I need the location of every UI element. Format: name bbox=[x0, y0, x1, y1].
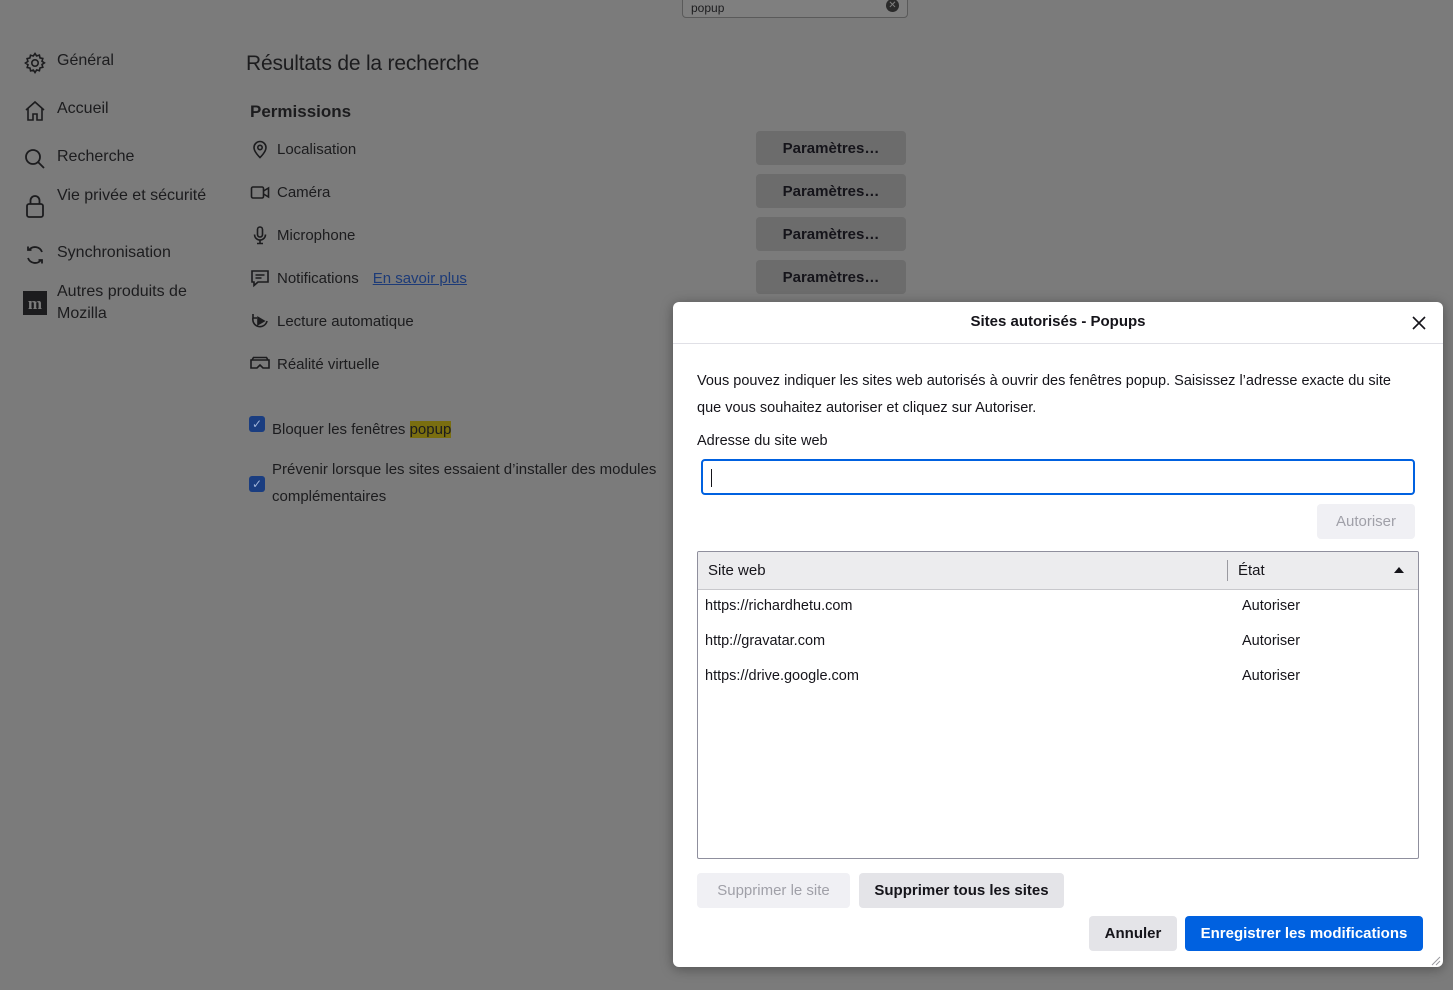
column-separator[interactable] bbox=[1227, 560, 1228, 581]
allowed-sites-dialog: Sites autorisés - Popups Vous pouvez ind… bbox=[673, 302, 1443, 967]
vr-icon bbox=[249, 353, 271, 375]
dialog-title: Sites autorisés - Popups bbox=[970, 313, 1146, 330]
column-header-site[interactable]: Site web bbox=[708, 562, 766, 579]
permission-row-notifications: Notifications En savoir plus bbox=[249, 267, 467, 289]
cancel-button[interactable]: Annuler bbox=[1089, 916, 1177, 951]
warn-addons-label: Prévenir lorsque les sites essaient d’in… bbox=[272, 461, 657, 505]
table-row[interactable]: https://drive.google.com Autoriser bbox=[698, 660, 1418, 695]
block-popups-checkbox[interactable]: ✓ bbox=[249, 416, 265, 432]
permission-label: Réalité virtuelle bbox=[277, 355, 380, 373]
autoplay-icon bbox=[249, 310, 271, 332]
column-header-state[interactable]: État bbox=[1238, 562, 1265, 579]
camera-icon bbox=[249, 181, 271, 203]
notification-icon bbox=[249, 267, 271, 289]
remove-all-sites-button[interactable]: Supprimer tous les sites bbox=[859, 873, 1064, 908]
permission-label: Localisation bbox=[277, 140, 357, 158]
permission-label: Notifications bbox=[277, 269, 359, 287]
site-cell: https://richardhetu.com bbox=[705, 598, 853, 614]
remove-site-button[interactable]: Supprimer le site bbox=[697, 873, 850, 908]
microphone-icon bbox=[249, 224, 271, 246]
sidebar-item-label: Autres produits de Mozilla bbox=[57, 283, 187, 322]
sort-ascending-icon bbox=[1394, 567, 1404, 573]
table-row[interactable]: https://richardhetu.com Autoriser bbox=[698, 590, 1418, 625]
settings-search-field[interactable]: ✕ bbox=[682, 0, 908, 18]
permission-row-vr: Réalité virtuelle bbox=[249, 353, 380, 375]
mozilla-icon: m bbox=[22, 290, 48, 316]
sidebar-item-mozilla[interactable]: m Autres produits de Mozilla bbox=[22, 281, 207, 325]
search-icon bbox=[22, 146, 48, 172]
lock-icon bbox=[22, 193, 48, 219]
sidebar-item-home[interactable]: Accueil bbox=[22, 98, 207, 124]
learn-more-link[interactable]: En savoir plus bbox=[373, 270, 467, 287]
location-settings-button[interactable]: Paramètres… bbox=[756, 131, 906, 165]
block-popups-label-text: Bloquer les fenêtres bbox=[272, 421, 410, 438]
gear-icon bbox=[22, 50, 48, 76]
microphone-settings-button[interactable]: Paramètres… bbox=[756, 217, 906, 251]
resize-grip-icon[interactable] bbox=[1429, 953, 1441, 966]
sync-icon bbox=[22, 242, 48, 268]
text-caret bbox=[711, 469, 712, 487]
settings-search-input[interactable] bbox=[691, 0, 871, 16]
sites-table[interactable]: Site web État https://richardhetu.com Au… bbox=[697, 551, 1419, 859]
website-address-input[interactable] bbox=[701, 459, 1415, 495]
permission-row-camera: Caméra bbox=[249, 181, 330, 203]
sidebar-item-label: Recherche bbox=[57, 148, 135, 165]
save-changes-button[interactable]: Enregistrer les modifications bbox=[1185, 916, 1423, 951]
state-cell: Autoriser bbox=[1242, 598, 1301, 614]
svg-text:m: m bbox=[28, 294, 42, 313]
sidebar-item-general[interactable]: Général bbox=[22, 50, 207, 76]
sidebar-item-sync[interactable]: Synchronisation bbox=[22, 242, 207, 268]
site-cell: https://drive.google.com bbox=[705, 668, 859, 684]
close-icon[interactable] bbox=[1407, 311, 1431, 335]
block-popups-label: Bloquer les fenêtres popup bbox=[272, 416, 452, 443]
table-row[interactable]: http://gravatar.com Autoriser bbox=[698, 625, 1418, 660]
sidebar-item-label: Accueil bbox=[57, 100, 109, 117]
allow-button[interactable]: Autoriser bbox=[1317, 504, 1415, 539]
clear-search-icon[interactable]: ✕ bbox=[886, 0, 899, 12]
section-title: Permissions bbox=[250, 102, 352, 121]
site-cell: http://gravatar.com bbox=[705, 633, 826, 649]
search-highlight: popup bbox=[409, 421, 452, 438]
dialog-header: Sites autorisés - Popups bbox=[673, 302, 1443, 344]
table-header: Site web État bbox=[698, 552, 1418, 590]
sidebar-item-label: Vie privée et sécurité bbox=[57, 187, 207, 204]
sidebar-item-search[interactable]: Recherche bbox=[22, 146, 207, 172]
warn-addons-option[interactable]: ✓ Prévenir lorsque les sites essaient d’… bbox=[249, 456, 669, 510]
address-label: Adresse du site web bbox=[697, 433, 828, 449]
location-icon bbox=[249, 138, 271, 160]
home-icon bbox=[22, 98, 48, 124]
block-popups-option[interactable]: ✓ Bloquer les fenêtres popup bbox=[249, 416, 452, 443]
dialog-description: Vous pouvez indiquer les sites web autor… bbox=[697, 373, 1391, 416]
state-cell: Autoriser bbox=[1242, 633, 1301, 649]
state-cell: Autoriser bbox=[1242, 668, 1301, 684]
permission-row-autoplay: Lecture automatique bbox=[249, 310, 414, 332]
permission-label: Caméra bbox=[277, 183, 331, 201]
sidebar-item-label: Général bbox=[57, 52, 114, 69]
permission-row-microphone: Microphone bbox=[249, 224, 355, 246]
notifications-settings-button[interactable]: Paramètres… bbox=[756, 260, 906, 294]
sidebar-item-privacy[interactable]: Vie privée et sécurité bbox=[22, 185, 207, 219]
warn-addons-checkbox[interactable]: ✓ bbox=[249, 476, 265, 492]
sidebar-item-label: Synchronisation bbox=[57, 244, 171, 261]
page-title: Résultats de la recherche bbox=[246, 52, 480, 75]
permission-label: Microphone bbox=[277, 226, 356, 244]
permission-label: Lecture automatique bbox=[277, 312, 414, 330]
camera-settings-button[interactable]: Paramètres… bbox=[756, 174, 906, 208]
permission-row-location: Localisation bbox=[249, 138, 356, 160]
